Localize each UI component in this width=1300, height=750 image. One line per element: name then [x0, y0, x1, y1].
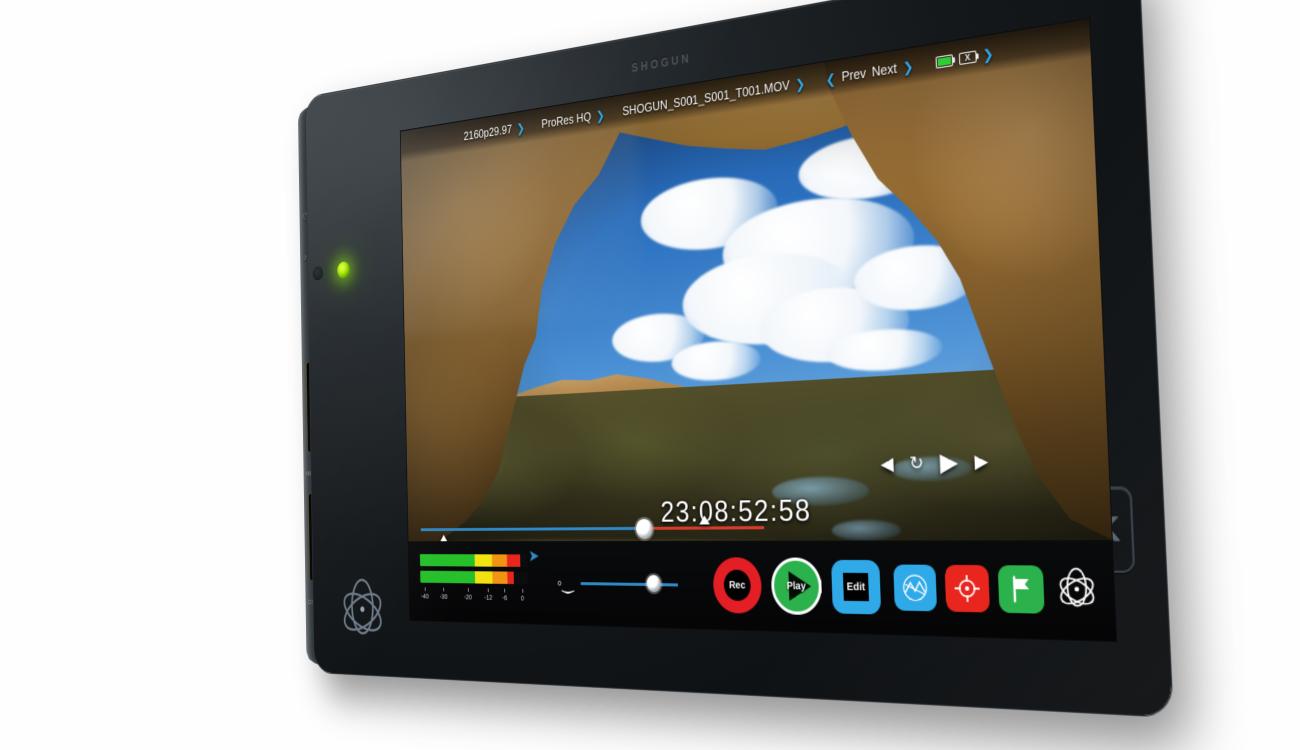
- edit-button[interactable]: Edit: [831, 559, 882, 615]
- atomos-shogun-device: ⏻ ♪ HDMI OUT SHOGUN: [297, 0, 1173, 717]
- audio-scale-tick: [488, 588, 489, 593]
- audio-scale-tick: [504, 588, 506, 593]
- chevron-right-icon: ❯: [794, 75, 806, 93]
- battery-empty-icon: X: [958, 49, 977, 65]
- chevron-right-icon: ❯: [516, 120, 525, 136]
- edit-label: Edit: [846, 580, 866, 594]
- audio-scale-label: -30: [439, 592, 448, 601]
- scrubber-remaining-track: [644, 526, 765, 530]
- codec-button[interactable]: ProRes HQ ❯: [541, 107, 605, 132]
- headphone-icon: ◦‿: [556, 573, 574, 593]
- headphone-volume-handle[interactable]: [646, 574, 662, 593]
- audio-scale-label: -40: [420, 591, 429, 601]
- headphone-volume-control[interactable]: ◦‿: [556, 573, 678, 594]
- next-frame-button[interactable]: ▶: [974, 451, 989, 473]
- clip-nav-group[interactable]: ❮ Prev Next ❯: [825, 57, 914, 88]
- audio-scale-tick: [522, 588, 524, 593]
- atomos-menu-icon[interactable]: [1053, 566, 1102, 615]
- prev-clip-label[interactable]: Prev: [841, 66, 866, 85]
- audio-scale-label: 0: [520, 593, 525, 603]
- codec-label: ProRes HQ: [541, 109, 592, 132]
- primary-buttons: Rec Play Edit: [712, 557, 882, 617]
- chevron-left-icon: ❮: [825, 70, 837, 88]
- screenshot-stage: ⏻ ♪ HDMI OUT SHOGUN: [0, 0, 1300, 750]
- loop-icon[interactable]: ↻: [909, 453, 924, 474]
- timeline-scrubber[interactable]: [420, 514, 765, 544]
- waveform-scope-icon[interactable]: [893, 564, 938, 612]
- audio-scale-tick: [443, 587, 445, 592]
- scrubber-handle[interactable]: [636, 518, 654, 539]
- audio-scale-tick: [424, 587, 426, 592]
- battery-full-icon: [935, 53, 953, 69]
- headphone-jack-icon[interactable]: ♪: [303, 250, 308, 266]
- audio-scale-tick: [467, 588, 469, 592]
- audio-meters[interactable]: ➤ -40 -30 -20 -12 -6 0: [419, 547, 541, 610]
- flag-tag-icon[interactable]: [997, 565, 1045, 614]
- audio-scale-label: -20: [463, 592, 472, 602]
- play-overlay-button[interactable]: ▶: [939, 447, 958, 476]
- audio-meter-ch1: ➤: [419, 547, 539, 567]
- headphone-volume-slider[interactable]: [580, 574, 678, 593]
- focus-peaking-icon[interactable]: [944, 564, 990, 613]
- record-button[interactable]: Rec: [712, 557, 763, 614]
- audio-meter-ch2: [420, 570, 528, 585]
- chevron-right-icon: ➤: [528, 546, 540, 566]
- battery-status-button[interactable]: X ❯: [935, 44, 995, 69]
- chevron-right-icon: ❯: [982, 44, 995, 64]
- chevron-right-icon: ❯: [595, 107, 605, 124]
- audio-scale-label: -12: [484, 593, 493, 602]
- format-label: 2160p29.97: [463, 122, 513, 144]
- record-label: Rec: [728, 579, 746, 592]
- scrubber-played-track: [420, 526, 645, 532]
- audio-scale: -40 -30 -20 -12 -6 0: [421, 587, 529, 604]
- audio-scale-label: -6: [502, 593, 508, 603]
- atomos-atom-logo: [337, 577, 388, 645]
- next-clip-label[interactable]: Next: [872, 61, 898, 80]
- play-label: Play: [786, 580, 807, 593]
- chevron-right-icon: ❯: [902, 57, 914, 76]
- prev-frame-button[interactable]: ◀: [880, 453, 894, 474]
- play-button[interactable]: Play: [770, 557, 823, 616]
- format-button[interactable]: 2160p29.97 ❯: [463, 120, 525, 144]
- transport-controls[interactable]: ◀ ↻ ▶ ▶: [880, 447, 989, 476]
- out-point-marker[interactable]: [699, 515, 710, 525]
- tool-buttons: [893, 564, 1102, 615]
